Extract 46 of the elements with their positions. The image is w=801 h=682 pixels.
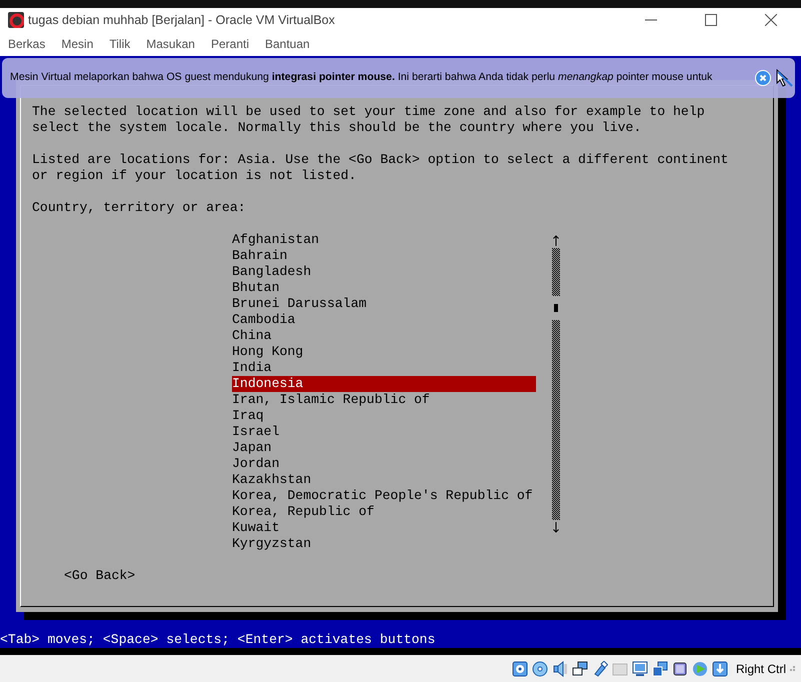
list-item[interactable]: Bahrain (232, 248, 536, 264)
list-item[interactable]: Kyrgyzstan (232, 536, 536, 552)
list-item[interactable]: China (232, 328, 536, 344)
list-item[interactable]: Brunei Darussalam (232, 296, 536, 312)
list-item[interactable]: Iran, Islamic Republic of (232, 392, 536, 408)
resize-grip-icon (790, 666, 795, 671)
list-item[interactable]: Kazakhstan (232, 472, 536, 488)
notification-text: Mesin Virtual melaporkan bahwa OS guest mendukung integrasi pointer mouse. Ini berarti bahwa Anda tidak perlu menangkap pointer mouse untuk (10, 70, 714, 86)
help-line: <Tab> moves; <Space> selects; <Enter> activates buttons (0, 632, 436, 648)
menu-item[interactable]: Tilik (101, 35, 138, 53)
menu-item[interactable]: Berkas (0, 35, 54, 53)
list-item[interactable]: Afghanistan (232, 232, 536, 248)
maximize-icon[interactable] (705, 14, 717, 26)
download-icon[interactable] (712, 660, 728, 676)
screens-icon[interactable] (652, 660, 668, 676)
paragraph: Listed are locations for: Asia. Use the <Go Back> option to select a different continent or region if your location is not listed. (32, 152, 730, 184)
display-icon[interactable] (632, 660, 648, 676)
host-key-label: Right Ctrl (736, 660, 786, 678)
list-item[interactable]: Jordan (232, 456, 536, 472)
list-item[interactable]: Bhutan (232, 280, 536, 296)
menu-item[interactable]: Mesin (53, 35, 102, 53)
list-item[interactable]: India (232, 360, 536, 376)
window-title: tugas debian muhhab [Berjalan] - Oracle VM VirtualBox (28, 12, 335, 29)
mouse-pointer-icon[interactable] (775, 69, 793, 87)
menu-item[interactable]: Masukan (138, 35, 203, 53)
list-item[interactable]: Bangladesh (232, 264, 536, 280)
list-item[interactable]: Indonesia (232, 376, 536, 392)
app-icon (8, 12, 24, 28)
list-item[interactable]: Japan (232, 440, 536, 456)
optical-disc-icon[interactable] (532, 660, 548, 676)
list-item[interactable]: Iraq (232, 408, 536, 424)
go-back-button[interactable]: <Go Back> (64, 568, 136, 584)
list-item[interactable]: Kuwait (232, 520, 536, 536)
list-item[interactable]: Korea, Democratic People's Republic of (232, 488, 536, 504)
close-icon[interactable] (765, 14, 777, 26)
menu-item[interactable]: Bantuan (257, 35, 318, 53)
list-item[interactable]: Cambodia (232, 312, 536, 328)
prompt-label: Country, territory or area: (32, 200, 247, 216)
menu-item[interactable]: Peranti (202, 35, 257, 53)
paragraph: The selected location will be used to set your time zone and also for example to help select the system locale. Normally this should be the country where you live. (32, 104, 706, 136)
list-item[interactable]: Israel (232, 424, 536, 440)
list-item[interactable]: Korea, Republic of (232, 504, 536, 520)
network-icon[interactable] (572, 660, 588, 676)
speaker-icon[interactable] (552, 660, 568, 676)
list-item[interactable]: Hong Kong (232, 344, 536, 360)
chip-icon[interactable] (672, 660, 688, 676)
